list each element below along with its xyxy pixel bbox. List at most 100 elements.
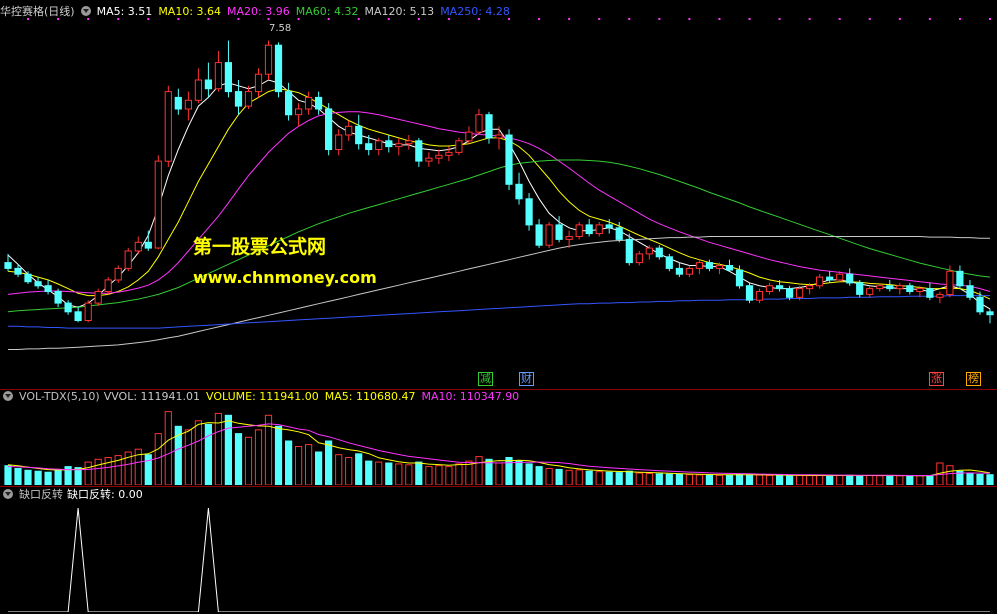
candle-body — [946, 270, 954, 295]
candle-body — [635, 253, 643, 264]
volume-bar — [285, 440, 293, 485]
candle — [425, 152, 433, 167]
candle-body — [224, 62, 233, 93]
volume-legend: VVOL: 111941.01 VOLUME: 111941.00 MA5: 110… — [104, 390, 526, 403]
volume-bar — [846, 474, 854, 485]
volume-bar — [244, 436, 253, 485]
candle — [124, 248, 132, 272]
volume-bar — [816, 474, 824, 485]
gap-panel-header: 缺口反转 缺口反转: 0.00 — [0, 487, 149, 503]
volume-bar — [24, 469, 32, 485]
top-marker-dot — [177, 18, 180, 20]
dropdown-circle-icon[interactable] — [3, 489, 13, 499]
candle-body — [144, 241, 152, 249]
top-marker-dot — [57, 18, 60, 20]
top-marker-dot — [87, 18, 90, 20]
candle-body — [876, 285, 884, 290]
volume-bar — [455, 463, 463, 485]
candle-body — [976, 296, 984, 313]
candle-body — [986, 311, 994, 316]
candle — [114, 265, 122, 283]
top-marker-dot — [568, 18, 571, 20]
price-chart[interactable] — [0, 14, 997, 388]
candle — [515, 172, 523, 205]
volume-bar — [315, 451, 323, 485]
gap-indicator-name[interactable]: 缺口反转 — [19, 488, 63, 501]
candle-body — [274, 44, 283, 93]
candle-body — [765, 285, 774, 293]
volume-bar — [325, 440, 333, 485]
candle — [685, 265, 693, 278]
volume-chart[interactable] — [0, 405, 997, 485]
candle-body — [355, 125, 363, 145]
candle — [695, 259, 703, 275]
candle — [144, 230, 152, 251]
candle-body — [204, 79, 213, 90]
candle — [725, 259, 734, 272]
candle-body — [796, 288, 804, 298]
volume-bar — [54, 468, 62, 485]
candle-body — [435, 154, 443, 159]
gap-indicator-value: 缺口反转: 0.00 — [67, 488, 143, 501]
candle — [74, 306, 82, 323]
candle — [846, 268, 854, 286]
candle-body — [926, 288, 934, 298]
candle — [525, 193, 533, 231]
volume-bar — [776, 475, 784, 485]
volume-bar — [605, 471, 613, 485]
volume-indicator-name[interactable]: VOL-TDX(5,10) — [19, 390, 100, 403]
volume-bar — [94, 458, 102, 485]
top-marker-dot — [387, 18, 390, 20]
candle-body — [906, 285, 914, 293]
volume-bar — [976, 473, 984, 485]
candle-body — [154, 160, 162, 249]
candle — [986, 308, 994, 324]
top-marker-dot — [538, 18, 541, 20]
dropdown-circle-icon[interactable] — [3, 391, 13, 401]
watermark-url: www.chnmoney.com — [193, 268, 377, 287]
volume-bar — [34, 470, 42, 485]
candle — [415, 137, 423, 167]
volume-bar — [234, 433, 243, 485]
candle — [224, 40, 233, 98]
candle — [395, 137, 403, 156]
event-marker-2[interactable]: 涨 — [929, 372, 944, 386]
event-marker-0[interactable]: 减 — [478, 372, 493, 386]
candle-body — [495, 134, 503, 139]
candle — [816, 274, 824, 289]
candle — [345, 120, 353, 141]
candle-body — [786, 288, 794, 298]
ma-line-ma250 — [8, 295, 990, 329]
top-marker-dot — [718, 18, 721, 20]
top-marker-dot — [147, 18, 150, 20]
event-marker-3[interactable]: 榜 — [966, 372, 981, 386]
candle — [896, 282, 904, 295]
candle — [675, 262, 683, 278]
candle-body — [254, 73, 263, 93]
candle — [295, 103, 303, 127]
candle — [635, 250, 643, 266]
candle-body — [625, 238, 633, 264]
volume-bar — [826, 474, 834, 485]
candle — [765, 282, 774, 295]
volume-bar — [575, 469, 583, 485]
candle-body — [244, 91, 253, 107]
candle-body — [234, 91, 243, 107]
candle — [926, 282, 934, 301]
candle — [325, 103, 333, 156]
candle — [966, 279, 974, 301]
volume-bar — [946, 465, 954, 485]
candle — [174, 88, 182, 115]
candle-body — [445, 151, 453, 156]
candle — [385, 135, 393, 153]
candle-body — [214, 62, 223, 90]
volume-bar — [365, 460, 373, 485]
volume-bar — [836, 475, 844, 485]
gap-reversal-chart[interactable] — [0, 504, 997, 612]
volume-bar — [164, 411, 172, 485]
vol-label-0: VVOL: 111941.01 — [103, 390, 201, 403]
candle-body — [465, 131, 473, 142]
candle-body — [264, 44, 273, 75]
volume-bar — [966, 473, 974, 485]
event-marker-1[interactable]: 财 — [519, 372, 534, 386]
